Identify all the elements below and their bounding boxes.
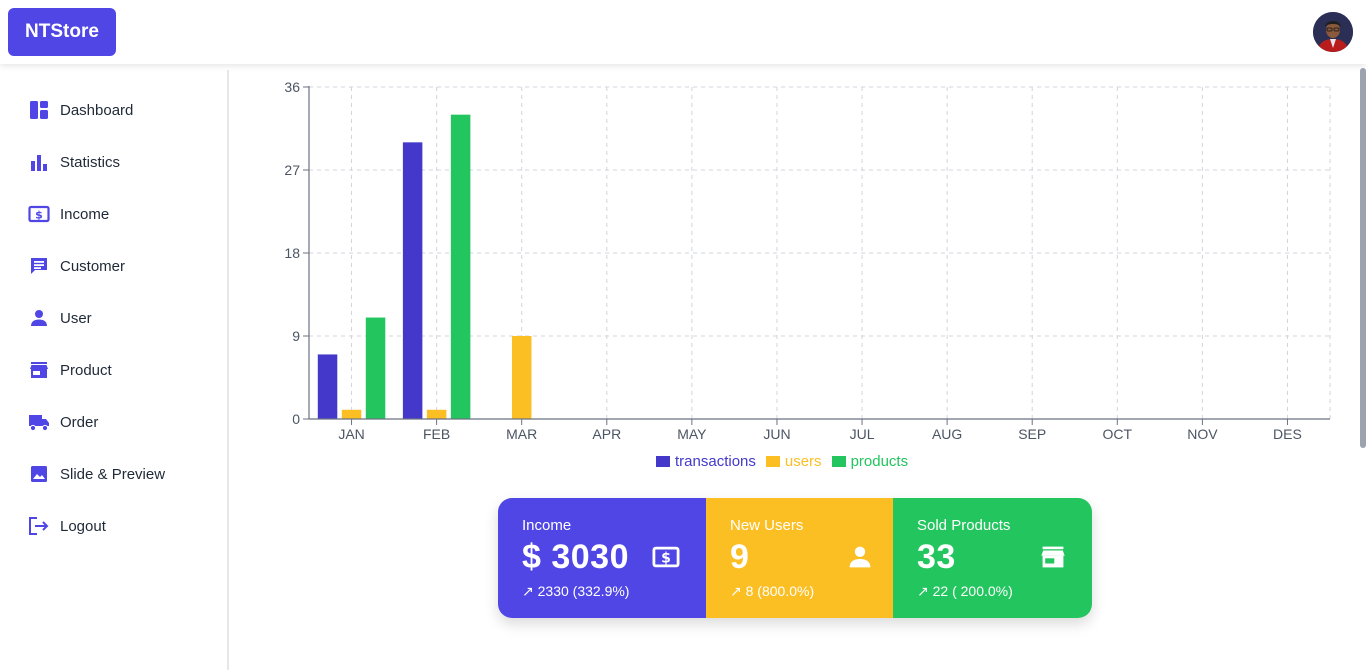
sidebar-item-dashboard[interactable]: Dashboard [28, 97, 133, 123]
person-icon [847, 544, 875, 570]
bar-chart-icon [28, 151, 50, 173]
sidebar-item-label: Order [60, 413, 99, 431]
chat-icon [28, 255, 50, 277]
bar-products [450, 114, 471, 419]
legend-label: products [850, 452, 909, 470]
x-tick-label: JUL [850, 426, 875, 442]
person-icon [28, 307, 50, 329]
bar-products [365, 317, 386, 419]
x-tick-label: JAN [338, 426, 364, 442]
x-tick-label: MAY [677, 426, 707, 442]
money-icon: $ [652, 544, 680, 570]
legend-item-transactions[interactable]: transactions [656, 453, 756, 470]
sidebar: Dashboard Statistics $ Income Customer U… [0, 70, 229, 670]
bar-transactions [402, 142, 423, 419]
legend-item-products[interactable]: products [831, 452, 909, 470]
sidebar-item-statistics[interactable]: Statistics [28, 149, 120, 175]
new-users-card: New Users 9 ↗ 8 (800.0%) [706, 498, 893, 618]
card-change: ↗ 2330 (332.9%) [522, 583, 630, 599]
sidebar-item-user[interactable]: User [28, 305, 92, 331]
y-tick-label: 36 [284, 79, 300, 95]
sidebar-item-logout[interactable]: Logout [28, 513, 106, 539]
sidebar-item-label: Dashboard [60, 101, 134, 119]
x-tick-label: OCT [1103, 426, 1133, 442]
sidebar-item-label: Product [60, 361, 112, 379]
money-icon: $ [28, 203, 50, 225]
card-change: ↗ 8 (800.0%) [730, 583, 815, 599]
truck-icon [28, 411, 50, 433]
card-title: New Users [730, 517, 804, 534]
income-card: Income $ 3030 ↗ 2330 (332.9%) $ [498, 498, 706, 618]
legend-label: users [784, 452, 822, 470]
x-tick-label: APR [592, 426, 621, 442]
x-tick-label: FEB [423, 426, 450, 442]
sidebar-item-label: Statistics [60, 153, 121, 171]
legend-label: transactions [675, 452, 756, 470]
store-icon [28, 359, 50, 381]
legend-item-users[interactable]: users [765, 452, 822, 470]
store-icon [1039, 544, 1067, 570]
dashboard-icon [28, 99, 50, 121]
logout-icon [28, 515, 50, 537]
sidebar-item-income[interactable]: $ Income [28, 201, 109, 227]
page-scrollbar[interactable] [1360, 68, 1366, 448]
sidebar-item-customer[interactable]: Customer [28, 253, 125, 279]
card-title: Income [522, 517, 572, 534]
sidebar-item-label: User [60, 309, 92, 327]
sidebar-item-label: Income [60, 205, 110, 223]
sidebar-item-label: Logout [60, 517, 106, 535]
svg-text:$: $ [661, 551, 671, 567]
x-tick-label: SEP [1018, 426, 1046, 442]
sidebar-item-slide-preview[interactable]: Slide & Preview [28, 461, 165, 487]
y-tick-label: 27 [284, 162, 300, 178]
image-icon [28, 463, 50, 485]
card-change: ↗ 22 ( 200.0%) [917, 583, 1013, 599]
x-tick-label: DES [1273, 426, 1302, 442]
top-bar: NTStore [0, 0, 1366, 64]
sidebar-item-label: Customer [60, 257, 126, 275]
legend-swatch [765, 455, 780, 467]
avatar-image [1313, 12, 1353, 52]
x-tick-label: NOV [1187, 426, 1218, 442]
sidebar-item-order[interactable]: Order [28, 409, 98, 435]
avatar[interactable] [1313, 12, 1353, 52]
bar-users [341, 409, 362, 419]
brand-button[interactable]: NTStore [8, 8, 116, 56]
bar-users [426, 409, 447, 419]
bar-chart: 0 9 18 27 36 JAN FEB MAR APR MAY JUN JUL AUG SEP OCT NO… [284, 79, 1331, 442]
legend-swatch [831, 455, 846, 467]
chart-legend: transactions users products [656, 452, 918, 470]
bar-transactions [317, 354, 338, 419]
x-tick-label: MAR [506, 426, 537, 442]
legend-swatch [656, 455, 670, 467]
y-tick-label: 9 [292, 328, 300, 344]
bar-users [511, 336, 532, 419]
sidebar-item-product[interactable]: Product [28, 357, 112, 383]
sold-products-card: Sold Products 33 ↗ 22 ( 200.0%) [893, 498, 1092, 618]
svg-text:$: $ [35, 209, 43, 222]
x-tick-label: AUG [932, 426, 962, 442]
stat-cards: Income $ 3030 ↗ 2330 (332.9%) $ New User… [498, 498, 1092, 618]
y-tick-label: 0 [292, 411, 300, 427]
sidebar-item-label: Slide & Preview [60, 465, 166, 483]
brand-name: NTStore [25, 21, 99, 42]
x-tick-label: JUN [763, 426, 790, 442]
card-title: Sold Products [917, 517, 1011, 534]
y-tick-label: 18 [284, 245, 300, 261]
